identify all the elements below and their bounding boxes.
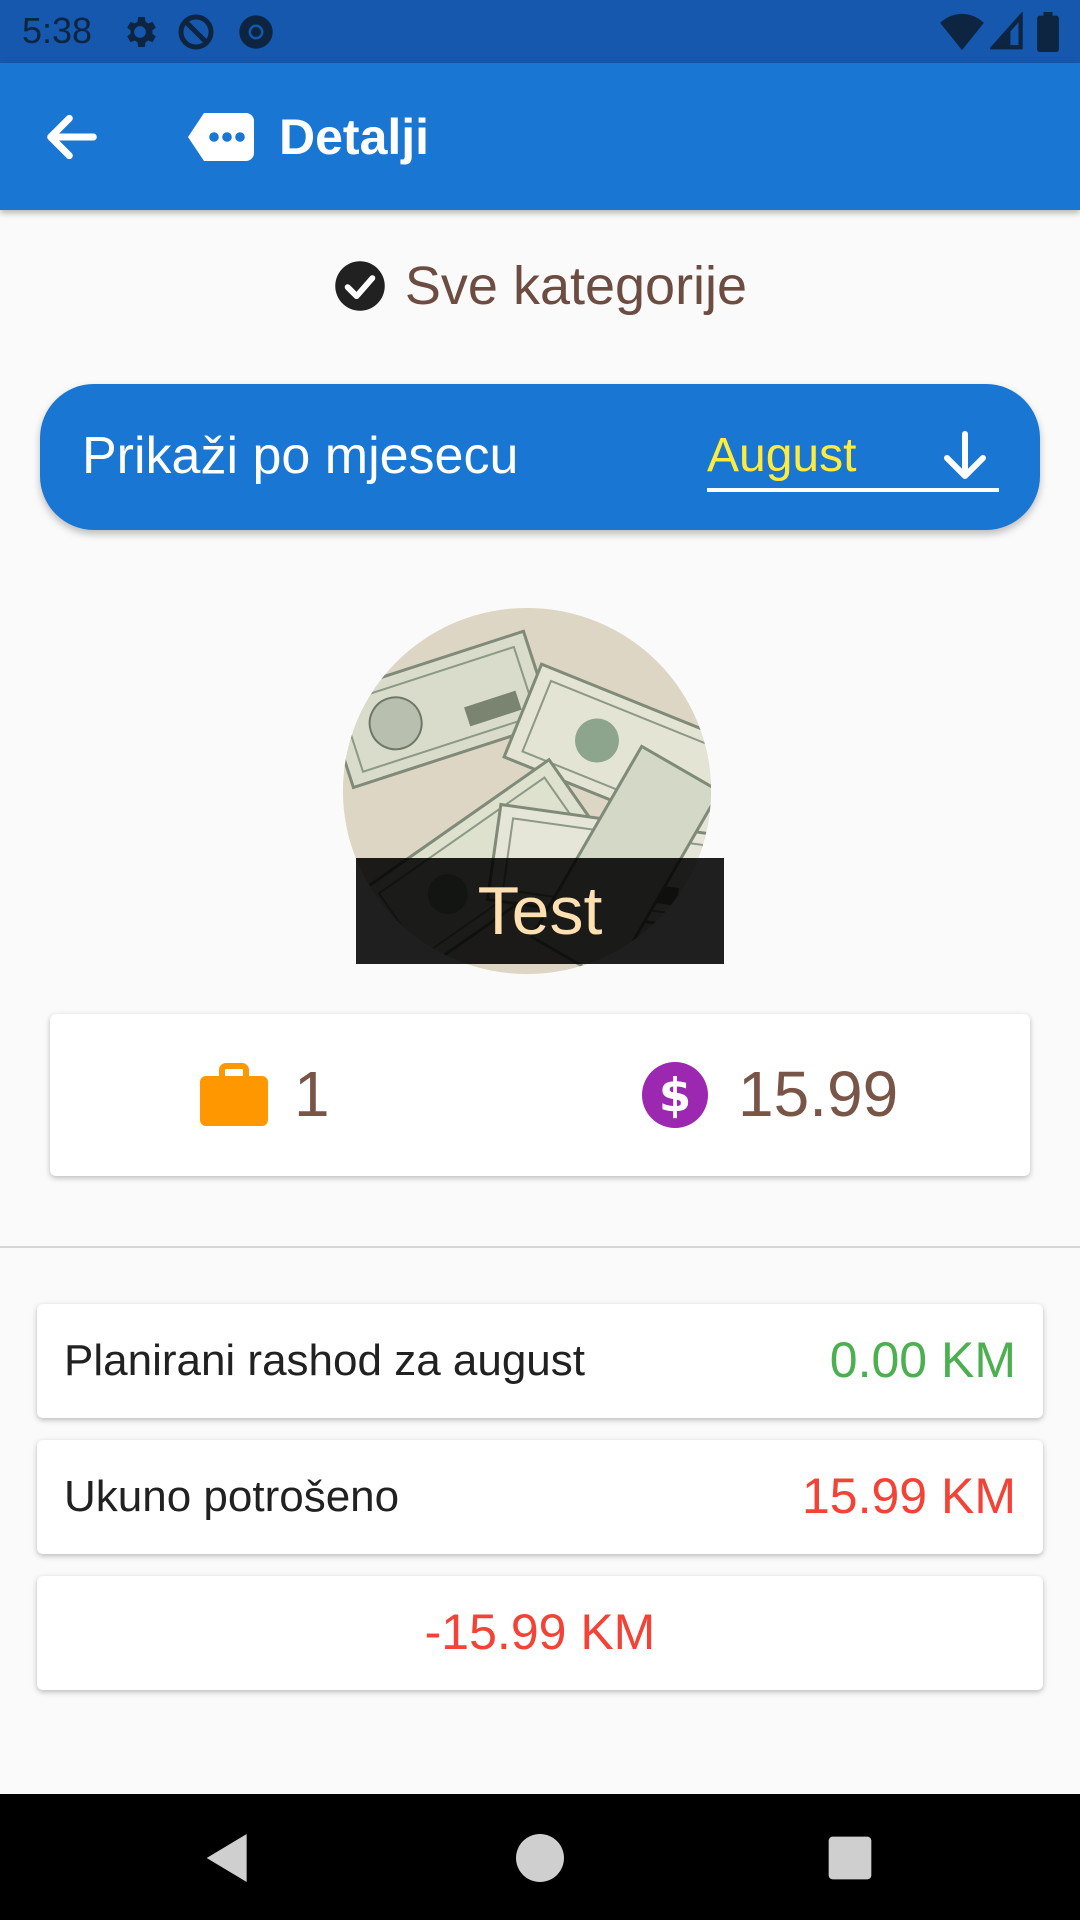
balance-row: -15.99 KM bbox=[37, 1576, 1043, 1690]
month-filter-label: Prikaži po mjesecu bbox=[82, 427, 519, 485]
check-circle-icon bbox=[335, 261, 385, 311]
home-circle-icon[interactable] bbox=[508, 1826, 572, 1890]
page-title: Detalji bbox=[279, 109, 430, 165]
chrome-icon bbox=[239, 15, 273, 49]
month-select-value: August bbox=[707, 429, 857, 482]
item-count: 1 bbox=[294, 1058, 330, 1130]
svg-text:$: $ bbox=[659, 1070, 692, 1124]
planned-expense-row: Planirani rashod za august 0.00 KM bbox=[37, 1304, 1043, 1418]
image-caption: Test bbox=[356, 858, 724, 964]
category-label: Sve kategorije bbox=[404, 256, 748, 316]
status-bar: 5:38 bbox=[0, 0, 1080, 63]
balance-value: -15.99 KM bbox=[424, 1604, 656, 1660]
gear-icon bbox=[127, 17, 156, 47]
message-dots-icon bbox=[188, 113, 254, 161]
planned-expense-value: 0.00 KM bbox=[829, 1332, 1016, 1388]
app-bar: Detalji bbox=[0, 63, 1080, 210]
total-spent-label: Ukuno potrošeno bbox=[64, 1472, 400, 1521]
screen: 5:38 Detalji Sve kategorije Prikaži po m… bbox=[0, 0, 1080, 1920]
total-spent-row: Ukuno potrošeno 15.99 KM bbox=[37, 1440, 1043, 1554]
image-caption-text: Test bbox=[477, 873, 603, 949]
recents-square-icon[interactable] bbox=[818, 1826, 882, 1890]
back-triangle-icon[interactable] bbox=[196, 1826, 260, 1890]
stats-card: 1 $ 15.99 bbox=[50, 1014, 1030, 1176]
briefcase-icon bbox=[200, 1063, 268, 1126]
arrow-left-icon[interactable] bbox=[40, 105, 104, 169]
total-spent-value: 15.99 KM bbox=[801, 1468, 1016, 1524]
category-row[interactable]: Sve kategorije bbox=[0, 248, 1080, 324]
navigation-bar bbox=[0, 1794, 1080, 1920]
status-time: 5:38 bbox=[22, 10, 93, 51]
month-filter-card: Prikaži po mjesecu August bbox=[40, 384, 1040, 530]
wifi-icon bbox=[940, 13, 984, 51]
at-sign-icon bbox=[178, 14, 214, 50]
signal-icon bbox=[990, 12, 1023, 50]
divider bbox=[0, 1246, 1080, 1248]
dollar-circle-icon: $ bbox=[642, 1062, 708, 1128]
total-amount: 15.99 bbox=[738, 1058, 899, 1130]
month-select[interactable]: August bbox=[707, 426, 999, 492]
planned-expense-label: Planirani rashod za august bbox=[64, 1336, 585, 1385]
battery-icon bbox=[1037, 12, 1059, 52]
arrow-down-icon bbox=[944, 431, 986, 479]
